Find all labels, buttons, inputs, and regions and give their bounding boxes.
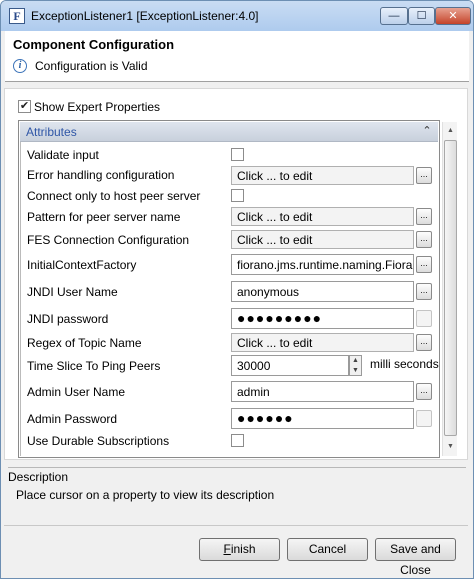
peer-pattern-field[interactable]: Click ... to edit xyxy=(231,207,414,226)
maximize-button[interactable]: ☐ xyxy=(408,7,435,25)
validation-message: Configuration is Valid xyxy=(35,59,148,73)
fes-connection-field[interactable]: Click ... to edit xyxy=(231,230,414,249)
initial-context-factory-input[interactable]: fiorano.jms.runtime.naming.FioranoInitia… xyxy=(231,254,414,275)
topic-regex-value: Click ... to edit xyxy=(237,336,313,350)
jndi-password-input[interactable]: ●●●●●●●●● xyxy=(231,308,414,329)
admin-password-edit-button xyxy=(416,410,432,427)
property-label-initial-context-factory: InitialContextFactory xyxy=(27,258,137,272)
scroll-up-icon[interactable]: ▲ xyxy=(444,124,457,138)
window-title: ExceptionListener1 [ExceptionListener:4.… xyxy=(31,9,259,23)
close-button[interactable]: ✕ xyxy=(435,7,471,25)
info-icon: i xyxy=(13,59,27,73)
scroll-down-icon[interactable]: ▼ xyxy=(444,440,457,454)
property-label-connect-host-peer: Connect only to host peer server xyxy=(27,189,201,203)
spin-up-icon[interactable]: ▲ xyxy=(350,356,361,365)
ping-time-slice-stepper[interactable]: ▲ ▼ xyxy=(349,355,362,376)
admin-user-input[interactable]: admin xyxy=(231,381,414,402)
page-title: Component Configuration xyxy=(13,37,175,52)
connect-host-peer-checkbox[interactable] xyxy=(231,189,244,202)
validate-input-checkbox[interactable] xyxy=(231,148,244,161)
title-bar[interactable]: F ExceptionListener1 [ExceptionListener:… xyxy=(1,1,473,31)
property-label-ping-time-slice: Time Slice To Ping Peers xyxy=(27,359,161,373)
jndi-user-value: anonymous xyxy=(237,285,300,299)
finish-mnemonic: F xyxy=(223,542,231,556)
error-handling-field[interactable]: Click ... to edit xyxy=(231,166,414,185)
ping-time-slice-input[interactable]: 30000 xyxy=(231,355,349,376)
initial-context-factory-edit-button[interactable]: ... xyxy=(416,256,432,273)
cancel-button[interactable]: Cancel xyxy=(287,538,368,561)
property-label-error-handling: Error handling configuration xyxy=(27,168,175,182)
durable-subscriptions-checkbox[interactable] xyxy=(231,434,244,447)
ping-time-slice-value: 30000 xyxy=(237,359,271,373)
collapse-icon[interactable]: ⌃ xyxy=(420,123,434,139)
minimize-button[interactable]: — xyxy=(380,7,408,25)
show-expert-properties-checkbox[interactable]: ✔ xyxy=(18,100,31,113)
header-banner: Component Configuration i Configuration … xyxy=(5,31,469,81)
topic-regex-field[interactable]: Click ... to edit xyxy=(231,333,414,352)
peer-pattern-value: Click ... to edit xyxy=(237,210,313,224)
finish-button[interactable]: Finish xyxy=(199,538,280,561)
property-label-admin-password: Admin Password xyxy=(27,412,118,426)
jndi-password-value: ●●●●●●●●● xyxy=(237,310,323,326)
property-label-topic-regex: Regex of Topic Name xyxy=(27,336,142,350)
fes-connection-value: Click ... to edit xyxy=(237,233,313,247)
admin-user-edit-button[interactable]: ... xyxy=(416,383,432,400)
properties-scrollbar[interactable]: ▲ ▼ xyxy=(442,122,457,456)
property-label-jndi-user: JNDI User Name xyxy=(27,285,118,299)
attributes-header[interactable]: Attributes ⌃ xyxy=(20,122,438,142)
header-divider xyxy=(5,81,469,82)
admin-password-value: ●●●●●● xyxy=(237,410,294,426)
property-label-peer-pattern: Pattern for peer server name xyxy=(27,210,181,224)
property-label-admin-user: Admin User Name xyxy=(27,385,126,399)
error-handling-value: Click ... to edit xyxy=(237,169,313,183)
show-expert-properties-label: Show Expert Properties xyxy=(34,100,161,114)
footer-divider xyxy=(4,525,468,526)
ping-time-slice-unit: milli seconds xyxy=(370,357,439,371)
property-label-fes-connection: FES Connection Configuration xyxy=(27,233,190,247)
peer-pattern-edit-button[interactable]: ... xyxy=(416,208,432,225)
admin-user-value: admin xyxy=(237,385,270,399)
attributes-title: Attributes xyxy=(26,125,77,139)
topic-regex-edit-button[interactable]: ... xyxy=(416,334,432,351)
jndi-user-input[interactable]: anonymous xyxy=(231,281,414,302)
save-and-close-button[interactable]: Save and Close xyxy=(375,538,456,577)
fiorano-app-icon: F xyxy=(9,8,25,24)
fes-connection-edit-button[interactable]: ... xyxy=(416,231,432,248)
property-label-validate-input: Validate input xyxy=(27,148,99,162)
admin-password-input[interactable]: ●●●●●● xyxy=(231,408,414,429)
scrollbar-thumb[interactable] xyxy=(444,140,457,436)
description-title: Description xyxy=(8,470,69,484)
spin-down-icon[interactable]: ▼ xyxy=(350,366,361,375)
property-label-durable-subscriptions: Use Durable Subscriptions xyxy=(27,434,170,448)
jndi-password-edit-button xyxy=(416,310,432,327)
initial-context-factory-value: fiorano.jms.runtime.naming.FioranoInitia… xyxy=(237,258,413,272)
property-label-jndi-password: JNDI password xyxy=(27,312,109,326)
description-text: Place cursor on a property to view its d… xyxy=(16,488,275,502)
jndi-user-edit-button[interactable]: ... xyxy=(416,283,432,300)
finish-label-rest: inish xyxy=(230,542,256,556)
error-handling-edit-button[interactable]: ... xyxy=(416,167,432,184)
